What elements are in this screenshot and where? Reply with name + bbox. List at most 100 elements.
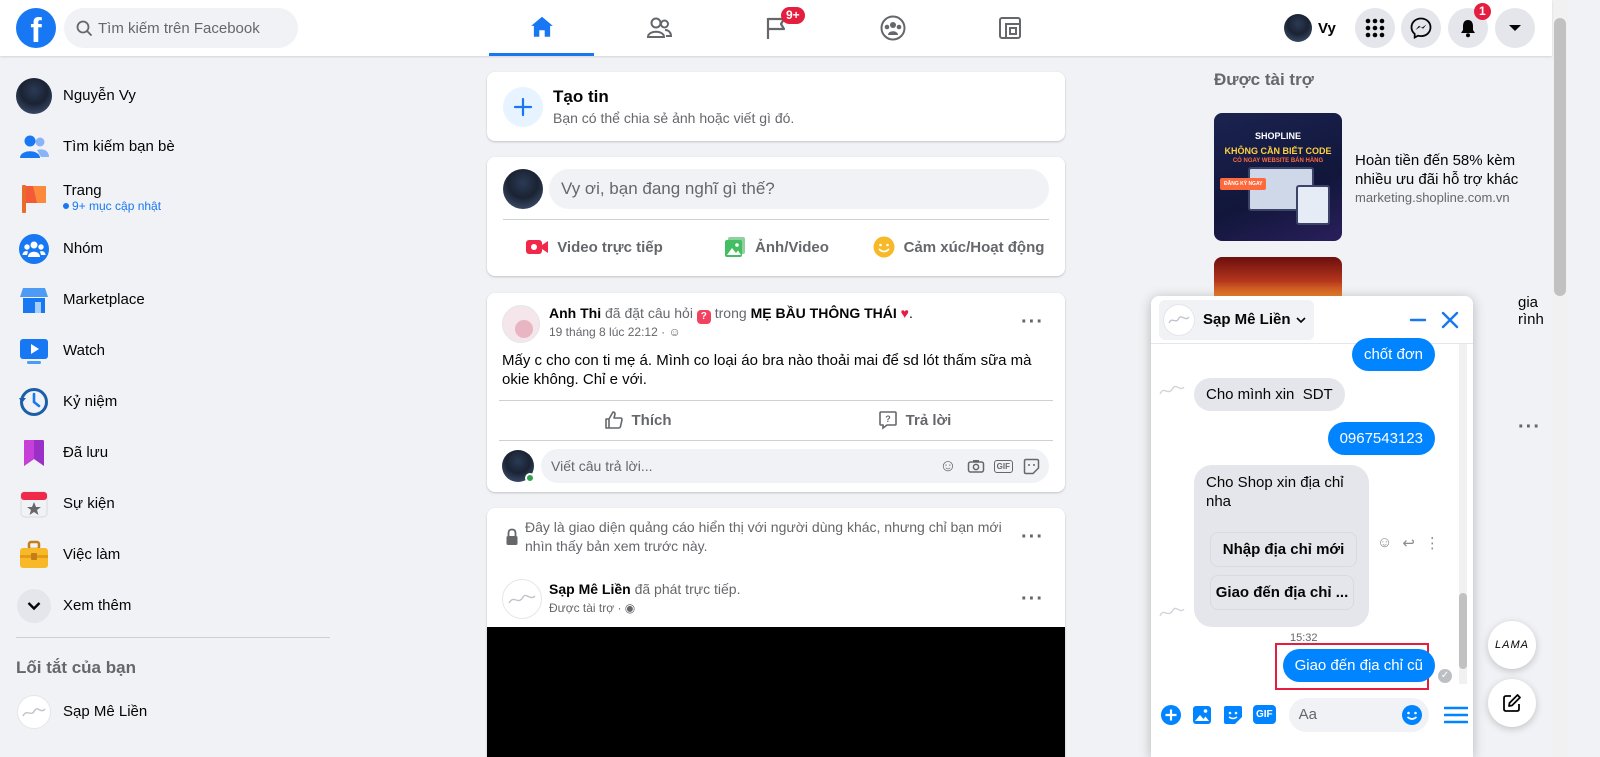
lama-chat-head[interactable]: LAMA xyxy=(1488,621,1536,669)
emoji-icon[interactable]: ☺ xyxy=(939,456,956,476)
close-icon[interactable] xyxy=(1441,311,1459,329)
message-outgoing: 0967543123 xyxy=(1327,422,1435,455)
sidebar-item-watch[interactable]: Watch xyxy=(8,325,338,376)
heart-icon: ♥ xyxy=(900,305,909,321)
comment-input[interactable]: Viết câu trả lời... ☺ GIF xyxy=(541,449,1049,483)
live-video-button[interactable]: Video trực tiếp xyxy=(503,227,685,267)
nav-tab-groups[interactable] xyxy=(840,0,945,56)
camera-icon[interactable] xyxy=(967,458,985,474)
ad-image-brand: SHOPLINE xyxy=(1254,131,1301,141)
sidebar-item-see-more[interactable]: Xem thêm xyxy=(8,580,338,631)
memories-icon xyxy=(19,387,48,416)
react-icon[interactable]: ☺ xyxy=(1377,534,1392,552)
home-icon xyxy=(530,16,553,37)
emoji-icon[interactable] xyxy=(1401,704,1423,726)
post-in: trong xyxy=(714,305,747,321)
like-button[interactable]: Thích xyxy=(499,404,776,436)
watch-icon xyxy=(20,338,48,364)
live-video-player[interactable] xyxy=(487,627,1065,757)
create-story-card[interactable]: Tạo tin Bạn có thể chia sẻ ảnh hoặc viết… xyxy=(487,72,1065,141)
search-box[interactable] xyxy=(64,8,298,48)
page-logo-icon[interactable] xyxy=(502,579,542,619)
more-options-icon[interactable]: ··· xyxy=(1021,589,1043,614)
jobs-icon xyxy=(20,540,48,568)
groups-icon xyxy=(880,15,905,41)
sidebar-item-find-friends[interactable]: Tìm kiếm bạn bè xyxy=(8,121,338,172)
more-options-icon[interactable]: ··· xyxy=(1021,527,1043,552)
composer-input[interactable]: Vy ơi, bạn đang nghĩ gì thế? xyxy=(549,169,1049,209)
facebook-logo[interactable]: f xyxy=(16,8,56,48)
post-author-avatar[interactable] xyxy=(502,305,540,343)
sidebar-item-pages[interactable]: Trang 9+ mục cập nhật xyxy=(8,172,338,223)
sidebar-item-groups[interactable]: Nhóm xyxy=(8,223,338,274)
gif-icon[interactable]: GIF xyxy=(1253,705,1276,724)
post-action: đã đặt câu hỏi xyxy=(605,305,693,321)
ad-preview-notice: Đây là giao diện quảng cáo hiển thị với … xyxy=(525,519,1002,554)
group-name[interactable]: MẸ BẦU THÔNG THÁI xyxy=(751,305,897,321)
post-composer: Vy ơi, bạn đang nghĩ gì thế? Video trực … xyxy=(487,157,1065,276)
grid-menu-icon xyxy=(1365,18,1385,38)
chat-message-input[interactable]: Aa xyxy=(1288,697,1429,732)
notification-badge: 1 xyxy=(1474,3,1491,20)
nav-tab-gaming[interactable] xyxy=(957,0,1062,56)
ad-title[interactable]: gia rình xyxy=(1518,294,1544,328)
sidebar-item-jobs[interactable]: Việc làm xyxy=(8,529,338,580)
photo-video-button[interactable]: Ảnh/Video xyxy=(685,227,867,267)
shortcuts-title: Lối tắt của bạn xyxy=(16,658,136,677)
globe-icon: ◉ xyxy=(624,601,636,615)
new-message-button[interactable] xyxy=(1488,679,1536,727)
composer-placeholder: Vy ơi, bạn đang nghĩ gì thế? xyxy=(561,179,775,198)
left-sidebar: Nguyễn Vy Tìm kiếm bạn bè Trang 9+ mục c… xyxy=(8,70,338,737)
more-options-icon[interactable]: ··· xyxy=(1518,417,1540,442)
chat-title-button[interactable]: Sạp Mê Liền xyxy=(1159,299,1314,340)
post-author-name[interactable]: Anh Thi xyxy=(549,305,601,321)
post-time-text: 19 tháng 8 lúc 22:12 · xyxy=(549,325,666,339)
quick-reply-button[interactable]: Nhập địa chỉ mới xyxy=(1210,532,1357,567)
reply-arrow-icon[interactable]: ↩ xyxy=(1402,534,1415,552)
sidebar-item-saved[interactable]: Đã lưu xyxy=(8,427,338,478)
post-time[interactable]: 19 tháng 8 lúc 22:12 · ☺ xyxy=(549,325,681,339)
messenger-icon xyxy=(1410,17,1432,39)
profile-shortcut[interactable]: Vy xyxy=(1284,12,1336,44)
reply-button[interactable]: ? Trả lời xyxy=(776,404,1053,436)
ad-sponsored[interactable]: Được tài trợ · ◉ xyxy=(549,601,635,615)
ad-page-name[interactable]: Sạp Mê Liền xyxy=(549,581,631,597)
reply-label: Trả lời xyxy=(905,411,952,429)
ad-image[interactable] xyxy=(1214,257,1342,297)
menu-button[interactable] xyxy=(1355,8,1395,48)
notifications-button[interactable]: 1 xyxy=(1448,3,1491,48)
sticker-icon[interactable] xyxy=(1222,704,1244,726)
ad-action: đã phát trực tiếp. xyxy=(634,581,741,597)
thumbs-up-icon xyxy=(604,411,623,429)
more-options-icon[interactable]: ··· xyxy=(1021,312,1043,337)
marketplace-icon xyxy=(20,287,48,313)
sidebar-item-memories[interactable]: Kỷ niệm xyxy=(8,376,338,427)
sidebar-item-events[interactable]: Sự kiện xyxy=(8,478,338,529)
message-with-quick-replies: Cho Shop xin địa chỉ nha Nhập địa chỉ mớ… xyxy=(1194,465,1369,627)
shortcut-item[interactable]: Sạp Mê Liền xyxy=(8,686,338,737)
sidebar-item-marketplace[interactable]: Marketplace xyxy=(8,274,338,325)
feeling-activity-button[interactable]: Cảm xúc/Hoạt động xyxy=(867,227,1049,267)
menu-lines-icon[interactable] xyxy=(1443,705,1468,725)
nav-tab-pages[interactable]: 9+ xyxy=(723,0,828,56)
messenger-button[interactable] xyxy=(1401,8,1441,48)
sticker-icon[interactable] xyxy=(1023,458,1040,475)
quick-reply-button[interactable]: Giao đến địa chỉ ... xyxy=(1210,575,1354,610)
plus-circle-icon[interactable] xyxy=(1160,704,1182,726)
minimize-icon[interactable] xyxy=(1409,311,1427,329)
chat-scrollbar[interactable] xyxy=(1459,344,1467,684)
search-input[interactable] xyxy=(98,19,288,37)
ad-image[interactable]: SHOPLINE KHÔNG CẦN BIẾT CODE CÓ NGAY WEB… xyxy=(1214,113,1342,241)
sidebar-item-profile[interactable]: Nguyễn Vy xyxy=(8,70,338,121)
post-text: Mấy c cho con ti mẹ á. Mình co loại áo b… xyxy=(502,352,1032,388)
gif-icon[interactable]: GIF xyxy=(993,459,1013,473)
more-vertical-icon[interactable]: ⋮ xyxy=(1425,534,1440,552)
ad-title[interactable]: Hoàn tiền đến 58% kèm nhiều ưu đãi hỗ tr… xyxy=(1355,151,1535,189)
nav-tab-home[interactable] xyxy=(489,0,594,56)
page-scrollbar-thumb[interactable] xyxy=(1554,18,1566,296)
avatar xyxy=(1284,14,1312,42)
account-menu-button[interactable] xyxy=(1495,8,1535,48)
nav-tab-friends[interactable] xyxy=(606,0,711,56)
action-label: Cảm xúc/Hoạt động xyxy=(903,238,1045,256)
photo-icon[interactable] xyxy=(1191,704,1213,726)
